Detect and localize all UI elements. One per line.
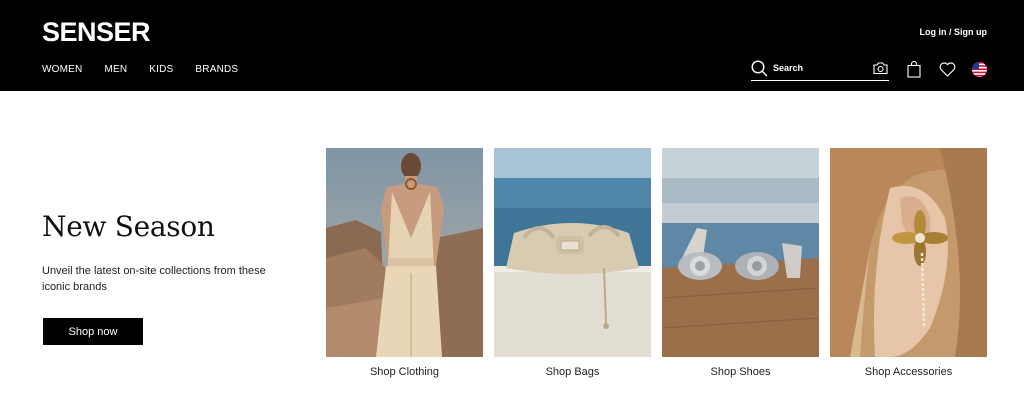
site-logo[interactable]: SENSER — [42, 16, 151, 48]
category-card-shoes[interactable]: Shop Shoes — [662, 148, 819, 378]
shopping-bag-icon[interactable] — [907, 60, 921, 83]
search-input[interactable] — [773, 61, 858, 75]
category-label-accessories[interactable]: Shop Accessories — [830, 366, 987, 378]
us-flag-icon[interactable] — [972, 62, 987, 82]
nav-item-kids[interactable]: KIDS — [149, 64, 173, 75]
main-nav: WOMEN MEN KIDS BRANDS — [42, 64, 238, 75]
shop-now-button[interactable]: Shop now — [43, 318, 143, 345]
heart-icon[interactable] — [939, 62, 956, 82]
search-bar — [751, 59, 889, 81]
category-label-bags[interactable]: Shop Bags — [494, 366, 651, 378]
search-icon[interactable] — [751, 60, 768, 82]
nav-item-brands[interactable]: BRANDS — [195, 64, 238, 75]
camera-icon[interactable] — [873, 61, 888, 80]
accessories-image[interactable] — [830, 148, 987, 357]
login-signup-link[interactable]: Log in / Sign up — [920, 27, 988, 37]
hero-subtitle: Unveil the latest on-site collections fr… — [42, 265, 266, 293]
category-card-accessories[interactable]: Shop Accessories — [830, 148, 987, 378]
shoes-image[interactable] — [662, 148, 819, 357]
bags-image[interactable] — [494, 148, 651, 357]
category-card-bags[interactable]: Shop Bags — [494, 148, 651, 378]
nav-item-women[interactable]: WOMEN — [42, 64, 82, 75]
category-card-clothing[interactable]: Shop Clothing — [326, 148, 483, 378]
nav-item-men[interactable]: MEN — [104, 64, 127, 75]
category-label-clothing[interactable]: Shop Clothing — [326, 366, 483, 378]
category-label-shoes[interactable]: Shop Shoes — [662, 366, 819, 378]
clothing-image[interactable] — [326, 148, 483, 357]
site-header: SENSER Log in / Sign up WOMEN MEN KIDS B… — [0, 0, 1024, 91]
hero-title: New Season — [42, 210, 215, 243]
